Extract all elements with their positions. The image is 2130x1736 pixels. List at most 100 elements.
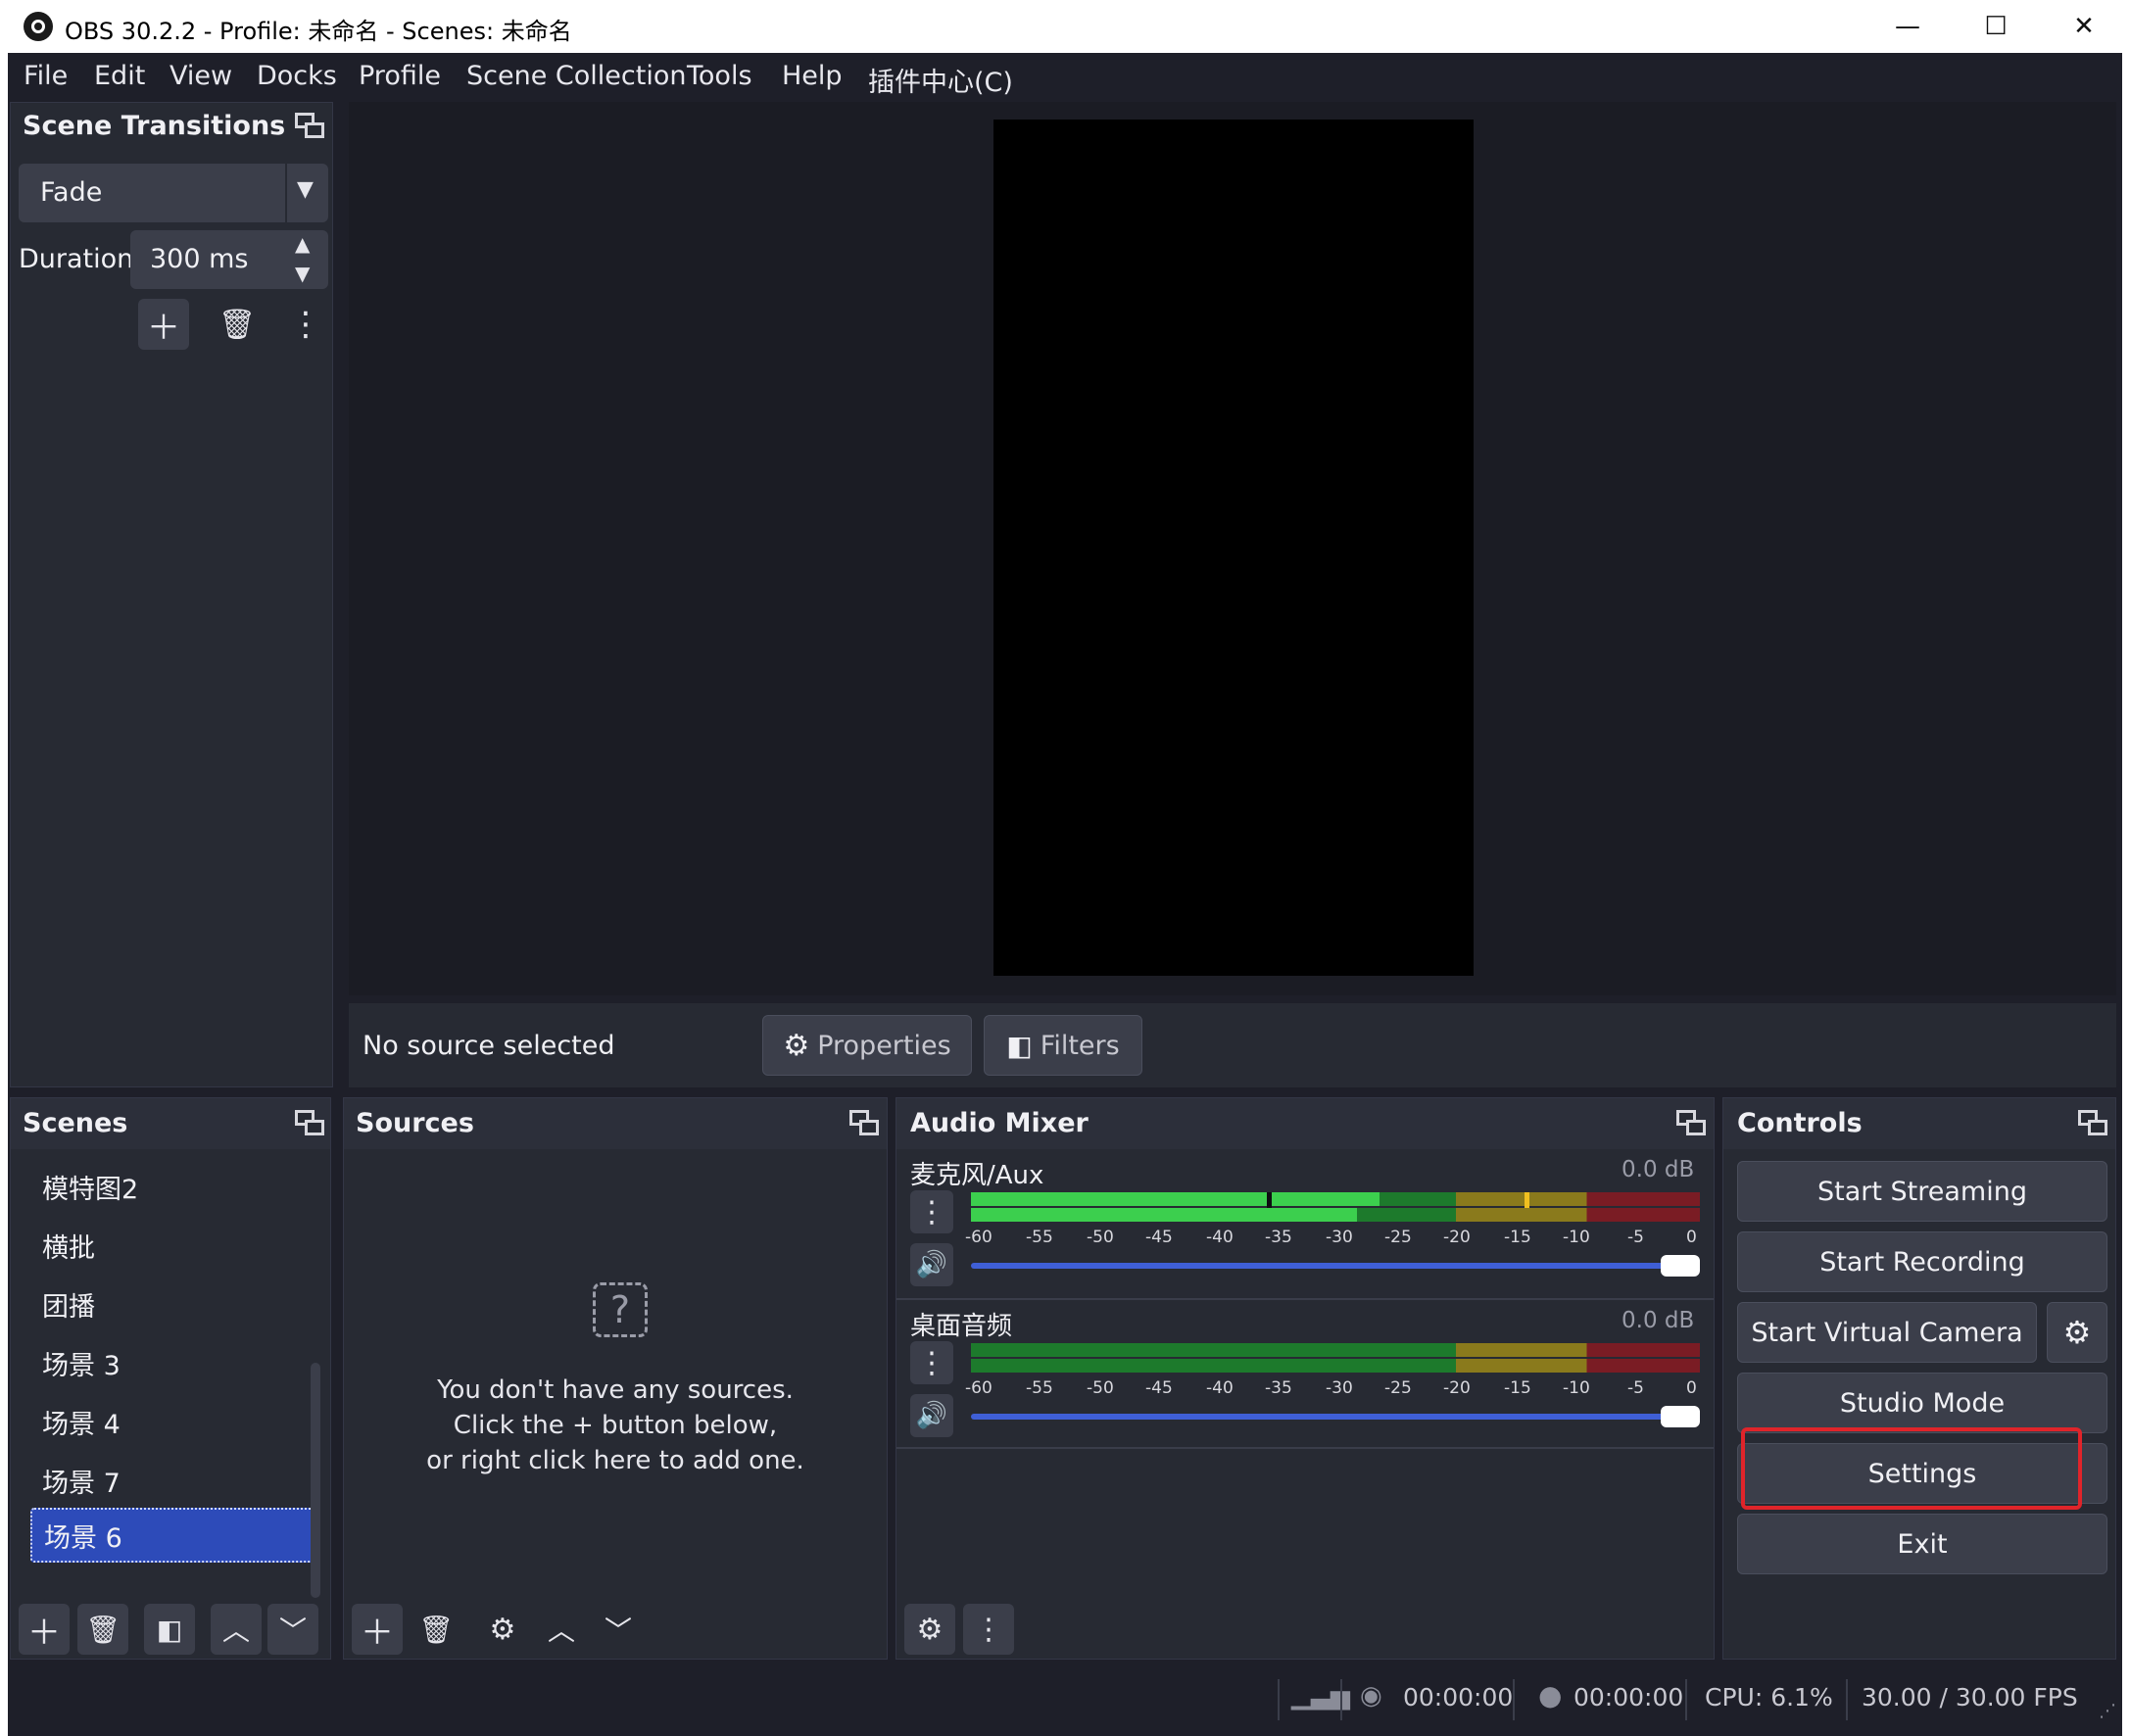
status-divider	[1685, 1679, 1687, 1720]
spin-up-icon[interactable]: ▲	[295, 232, 310, 256]
exit-button[interactable]: Exit	[1737, 1514, 2107, 1574]
menu-profile[interactable]: Profile	[359, 61, 441, 91]
channel-name: 麦克风/Aux	[910, 1161, 1044, 1190]
minimize-button[interactable]: —	[1864, 0, 1952, 53]
scenes-dock: Scenes 模特图2 横批 团播 场景 3 场景 4 场景 7 场景 6 ＋ …	[10, 1097, 331, 1660]
start-streaming-button[interactable]: Start Streaming	[1737, 1161, 2107, 1222]
undock-icon[interactable]	[849, 1110, 879, 1135]
undock-icon[interactable]	[1676, 1110, 1706, 1135]
volume-slider[interactable]	[971, 1406, 1700, 1427]
scene-item[interactable]: 场景 3	[30, 1335, 324, 1390]
channel-menu-kebab-icon[interactable]: ⋮	[910, 1341, 953, 1384]
scale-label: 0	[1686, 1378, 1697, 1398]
scale-label: 0	[1686, 1228, 1697, 1247]
scene-filters-icon[interactable]: ◧	[144, 1604, 195, 1655]
scene-item[interactable]: 场景 7	[30, 1453, 324, 1508]
scene-item[interactable]: 场景 4	[30, 1394, 324, 1449]
menu-edit[interactable]: Edit	[94, 61, 145, 91]
maximize-button[interactable]: ☐	[1952, 0, 2040, 53]
menu-plugin-center[interactable]: 插件中心(C)	[868, 61, 1013, 99]
scale-label: -40	[1206, 1378, 1234, 1398]
resize-grip-icon[interactable]: ⋰	[2099, 1701, 2116, 1721]
close-button[interactable]: ✕	[2040, 0, 2128, 53]
volume-slider-handle[interactable]	[1661, 1406, 1700, 1427]
gear-icon: ⚙	[783, 1028, 810, 1063]
menu-docks[interactable]: Docks	[257, 61, 337, 91]
scenes-toolbar: ＋ 🗑 ◧ ︿ ﹀	[11, 1600, 330, 1659]
remove-source-trash-icon[interactable]: 🗑	[411, 1604, 461, 1655]
undock-icon[interactable]	[295, 113, 324, 138]
scene-item[interactable]: 模特图2	[30, 1159, 324, 1214]
scale-label: -60	[965, 1228, 992, 1247]
scale-label: -25	[1384, 1228, 1412, 1247]
volume-meter	[971, 1192, 1700, 1224]
remove-transition-trash-icon[interactable]: 🗑	[212, 299, 263, 350]
spin-down-icon[interactable]: ▼	[295, 262, 310, 285]
no-source-label: No source selected	[363, 1031, 615, 1061]
move-down-icon[interactable]: ﹀	[593, 1604, 644, 1655]
scene-item[interactable]: 团播	[30, 1277, 324, 1331]
sources-dock[interactable]: Sources ? You don't have any sources. Cl…	[343, 1097, 888, 1660]
speaker-icon[interactable]: 🔊	[910, 1243, 953, 1286]
menu-help[interactable]: Help	[782, 61, 843, 91]
filters-label: Filters	[1040, 1030, 1120, 1061]
scene-transitions-dock: Scene Transitions Fade ▼ Duration 300 ms…	[10, 102, 333, 1087]
scale-label: -20	[1443, 1378, 1471, 1398]
scale-label: -25	[1384, 1378, 1412, 1398]
properties-button[interactable]: ⚙ Properties	[762, 1015, 972, 1076]
meter-peak-marker	[1525, 1192, 1529, 1208]
channel-menu-kebab-icon[interactable]: ⋮	[910, 1190, 953, 1233]
filters-button[interactable]: ◧ Filters	[984, 1015, 1142, 1076]
channel-level: 0.0 dB	[1622, 1157, 1695, 1182]
start-virtual-camera-button[interactable]: Start Virtual Camera	[1737, 1302, 2037, 1363]
advanced-audio-gear-icon[interactable]: ⚙	[904, 1604, 955, 1655]
add-source-button[interactable]: ＋	[352, 1604, 403, 1655]
scenes-scrollbar[interactable]	[311, 1363, 320, 1598]
speaker-icon[interactable]: 🔊	[910, 1394, 953, 1437]
duration-spinbox[interactable]: 300 ms ▲ ▼	[130, 230, 328, 289]
scale-label: -55	[1026, 1228, 1053, 1247]
move-up-icon[interactable]: ︿	[211, 1604, 262, 1655]
volume-slider-handle[interactable]	[1661, 1255, 1700, 1277]
menu-scene-collection[interactable]: Scene Collection	[466, 61, 686, 91]
scene-item[interactable]: 横批	[30, 1218, 324, 1273]
volume-slider[interactable]	[971, 1255, 1700, 1277]
mixer-menu-kebab-icon[interactable]: ⋮	[963, 1604, 1014, 1655]
studio-mode-button[interactable]: Studio Mode	[1737, 1373, 2107, 1433]
undock-icon[interactable]	[295, 1110, 324, 1135]
audio-mixer-title: Audio Mixer	[910, 1108, 1089, 1138]
sources-empty-line: Click the + button below,	[453, 1411, 778, 1440]
add-transition-button[interactable]: ＋	[138, 299, 189, 350]
start-recording-button[interactable]: Start Recording	[1737, 1231, 2107, 1292]
move-down-icon[interactable]: ﹀	[267, 1604, 318, 1655]
undock-icon[interactable]	[2078, 1110, 2107, 1135]
controls-title: Controls	[1737, 1108, 1863, 1138]
status-divider	[1846, 1679, 1848, 1720]
scale-label: -55	[1026, 1378, 1053, 1398]
preview-area[interactable]	[349, 102, 2116, 995]
scale-label: -50	[1087, 1378, 1114, 1398]
scale-label: -30	[1326, 1228, 1353, 1247]
record-status-icon: ●	[1538, 1679, 1563, 1712]
duration-label: Duration	[19, 244, 134, 274]
source-properties-gear-icon[interactable]: ⚙	[477, 1604, 528, 1655]
virtual-camera-gear-icon[interactable]: ⚙	[2047, 1302, 2107, 1363]
scene-item-selected[interactable]: 场景 6	[30, 1508, 318, 1563]
add-scene-button[interactable]: ＋	[19, 1604, 70, 1655]
transition-menu-kebab-icon[interactable]: ⋮	[280, 299, 331, 350]
menu-tools[interactable]: Tools	[687, 61, 752, 91]
menu-view[interactable]: View	[169, 61, 232, 91]
remove-scene-trash-icon[interactable]: 🗑	[77, 1604, 128, 1655]
menu-file[interactable]: File	[24, 61, 68, 91]
channel-divider	[896, 1447, 1714, 1449]
record-time: 00:00:00	[1573, 1683, 1684, 1712]
scale-label: -15	[1504, 1378, 1531, 1398]
transition-select[interactable]: Fade ▼	[19, 164, 328, 222]
mixer-toolbar: ⚙ ⋮	[896, 1600, 1714, 1659]
preview-canvas	[993, 120, 1474, 976]
move-up-icon[interactable]: ︿	[536, 1604, 587, 1655]
channel-level: 0.0 dB	[1622, 1308, 1695, 1333]
sources-empty-line: You don't have any sources.	[437, 1375, 794, 1405]
scale-label: -45	[1145, 1228, 1173, 1247]
sources-toolbar: ＋ 🗑 ⚙ ︿ ﹀	[344, 1600, 887, 1659]
